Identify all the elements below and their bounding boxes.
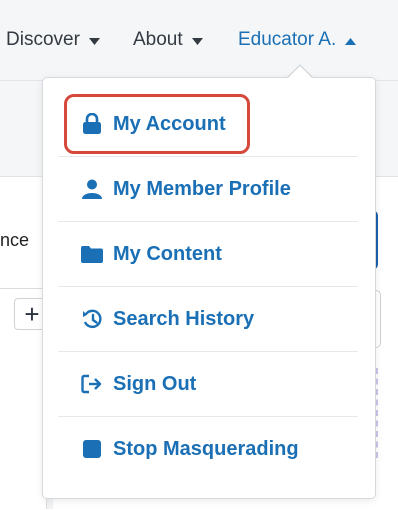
menu-item-stop-masquerading[interactable]: Stop Masquerading: [58, 417, 358, 481]
focus-highlight: [64, 94, 250, 154]
menu-item-label: Search History: [113, 307, 255, 330]
menu-item-label: My Content: [113, 242, 222, 265]
nav-about[interactable]: About: [133, 27, 203, 53]
nav-user-label: Educator A.: [238, 29, 337, 50]
menu-item-search-history[interactable]: Search History: [58, 287, 358, 352]
top-navigation: Discover About Educator A.: [0, 0, 398, 81]
caret-down-icon: [88, 29, 100, 51]
sign-out-icon: [80, 372, 104, 396]
user-icon: [80, 177, 104, 201]
plus-icon: +: [24, 299, 40, 329]
menu-item-label: Sign Out: [113, 372, 197, 395]
menu-item-sign-out[interactable]: Sign Out: [58, 352, 358, 417]
caret-up-icon: [345, 29, 357, 51]
menu-item-label: Stop Masquerading: [113, 437, 299, 460]
partial-text: nce: [0, 230, 30, 250]
menu-item-my-content[interactable]: My Content: [58, 222, 358, 287]
nav-discover-label: Discover: [6, 29, 80, 50]
menu-item-my-member-profile[interactable]: My Member Profile: [58, 157, 358, 222]
menu-item-label: My Member Profile: [113, 177, 291, 200]
caret-down-icon: [191, 29, 203, 51]
folder-icon: [80, 242, 104, 266]
nav-about-label: About: [133, 29, 183, 50]
dropdown-arrow-fill: [288, 66, 312, 78]
nav-user-menu[interactable]: Educator A.: [238, 27, 357, 53]
dashed-divider: [376, 368, 378, 458]
nav-discover[interactable]: Discover: [6, 27, 100, 53]
stop-icon: [80, 437, 104, 461]
history-icon: [80, 307, 104, 331]
